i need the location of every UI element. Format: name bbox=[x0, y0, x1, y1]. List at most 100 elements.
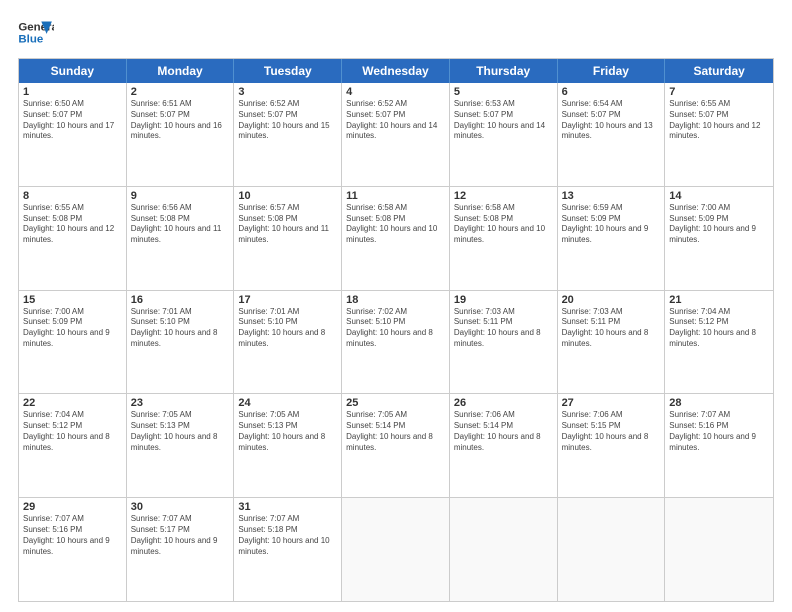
header: General Blue bbox=[18, 18, 774, 48]
cell-text: Sunrise: 7:04 AMSunset: 5:12 PMDaylight:… bbox=[23, 410, 122, 453]
calendar-cell: 25Sunrise: 7:05 AMSunset: 5:14 PMDayligh… bbox=[342, 394, 450, 497]
day-number: 22 bbox=[23, 397, 122, 409]
calendar-cell-empty bbox=[558, 498, 666, 601]
calendar-cell: 1Sunrise: 6:50 AMSunset: 5:07 PMDaylight… bbox=[19, 83, 127, 186]
calendar-cell: 14Sunrise: 7:00 AMSunset: 5:09 PMDayligh… bbox=[665, 187, 773, 290]
cell-text: Sunrise: 7:07 AMSunset: 5:16 PMDaylight:… bbox=[23, 514, 122, 557]
calendar-cell: 11Sunrise: 6:58 AMSunset: 5:08 PMDayligh… bbox=[342, 187, 450, 290]
calendar-cell: 10Sunrise: 6:57 AMSunset: 5:08 PMDayligh… bbox=[234, 187, 342, 290]
weekday-header: Thursday bbox=[450, 59, 558, 83]
day-number: 9 bbox=[131, 190, 230, 202]
calendar-cell-empty bbox=[450, 498, 558, 601]
calendar-cell: 24Sunrise: 7:05 AMSunset: 5:13 PMDayligh… bbox=[234, 394, 342, 497]
weekday-header: Wednesday bbox=[342, 59, 450, 83]
cell-text: Sunrise: 7:00 AMSunset: 5:09 PMDaylight:… bbox=[669, 203, 769, 246]
calendar-row: 22Sunrise: 7:04 AMSunset: 5:12 PMDayligh… bbox=[19, 394, 773, 498]
day-number: 16 bbox=[131, 294, 230, 306]
day-number: 25 bbox=[346, 397, 445, 409]
calendar-cell: 29Sunrise: 7:07 AMSunset: 5:16 PMDayligh… bbox=[19, 498, 127, 601]
calendar-cell: 4Sunrise: 6:52 AMSunset: 5:07 PMDaylight… bbox=[342, 83, 450, 186]
calendar-cell: 13Sunrise: 6:59 AMSunset: 5:09 PMDayligh… bbox=[558, 187, 666, 290]
cell-text: Sunrise: 7:05 AMSunset: 5:13 PMDaylight:… bbox=[131, 410, 230, 453]
day-number: 27 bbox=[562, 397, 661, 409]
weekday-header: Sunday bbox=[19, 59, 127, 83]
calendar-header: SundayMondayTuesdayWednesdayThursdayFrid… bbox=[19, 59, 773, 83]
cell-text: Sunrise: 7:04 AMSunset: 5:12 PMDaylight:… bbox=[669, 307, 769, 350]
calendar-cell: 15Sunrise: 7:00 AMSunset: 5:09 PMDayligh… bbox=[19, 291, 127, 394]
calendar-cell: 6Sunrise: 6:54 AMSunset: 5:07 PMDaylight… bbox=[558, 83, 666, 186]
day-number: 4 bbox=[346, 86, 445, 98]
weekday-header: Tuesday bbox=[234, 59, 342, 83]
calendar-cell: 7Sunrise: 6:55 AMSunset: 5:07 PMDaylight… bbox=[665, 83, 773, 186]
day-number: 14 bbox=[669, 190, 769, 202]
calendar-cell: 22Sunrise: 7:04 AMSunset: 5:12 PMDayligh… bbox=[19, 394, 127, 497]
day-number: 30 bbox=[131, 501, 230, 513]
cell-text: Sunrise: 7:06 AMSunset: 5:14 PMDaylight:… bbox=[454, 410, 553, 453]
calendar-cell: 26Sunrise: 7:06 AMSunset: 5:14 PMDayligh… bbox=[450, 394, 558, 497]
cell-text: Sunrise: 7:03 AMSunset: 5:11 PMDaylight:… bbox=[454, 307, 553, 350]
cell-text: Sunrise: 7:07 AMSunset: 5:18 PMDaylight:… bbox=[238, 514, 337, 557]
calendar-body: 1Sunrise: 6:50 AMSunset: 5:07 PMDaylight… bbox=[19, 83, 773, 601]
day-number: 15 bbox=[23, 294, 122, 306]
calendar-cell: 19Sunrise: 7:03 AMSunset: 5:11 PMDayligh… bbox=[450, 291, 558, 394]
calendar-row: 8Sunrise: 6:55 AMSunset: 5:08 PMDaylight… bbox=[19, 187, 773, 291]
calendar-cell: 2Sunrise: 6:51 AMSunset: 5:07 PMDaylight… bbox=[127, 83, 235, 186]
cell-text: Sunrise: 7:07 AMSunset: 5:16 PMDaylight:… bbox=[669, 410, 769, 453]
calendar-cell: 28Sunrise: 7:07 AMSunset: 5:16 PMDayligh… bbox=[665, 394, 773, 497]
calendar-cell: 12Sunrise: 6:58 AMSunset: 5:08 PMDayligh… bbox=[450, 187, 558, 290]
cell-text: Sunrise: 7:05 AMSunset: 5:13 PMDaylight:… bbox=[238, 410, 337, 453]
cell-text: Sunrise: 6:52 AMSunset: 5:07 PMDaylight:… bbox=[238, 99, 337, 142]
day-number: 23 bbox=[131, 397, 230, 409]
logo-icon: General Blue bbox=[18, 18, 54, 48]
page: General Blue SundayMondayTuesdayWednesda… bbox=[0, 0, 792, 612]
cell-text: Sunrise: 6:58 AMSunset: 5:08 PMDaylight:… bbox=[346, 203, 445, 246]
calendar-cell: 5Sunrise: 6:53 AMSunset: 5:07 PMDaylight… bbox=[450, 83, 558, 186]
day-number: 20 bbox=[562, 294, 661, 306]
cell-text: Sunrise: 7:07 AMSunset: 5:17 PMDaylight:… bbox=[131, 514, 230, 557]
day-number: 24 bbox=[238, 397, 337, 409]
calendar-cell: 18Sunrise: 7:02 AMSunset: 5:10 PMDayligh… bbox=[342, 291, 450, 394]
day-number: 17 bbox=[238, 294, 337, 306]
cell-text: Sunrise: 7:06 AMSunset: 5:15 PMDaylight:… bbox=[562, 410, 661, 453]
day-number: 11 bbox=[346, 190, 445, 202]
calendar-cell: 3Sunrise: 6:52 AMSunset: 5:07 PMDaylight… bbox=[234, 83, 342, 186]
day-number: 7 bbox=[669, 86, 769, 98]
day-number: 29 bbox=[23, 501, 122, 513]
calendar-cell: 31Sunrise: 7:07 AMSunset: 5:18 PMDayligh… bbox=[234, 498, 342, 601]
day-number: 6 bbox=[562, 86, 661, 98]
cell-text: Sunrise: 7:05 AMSunset: 5:14 PMDaylight:… bbox=[346, 410, 445, 453]
day-number: 3 bbox=[238, 86, 337, 98]
day-number: 2 bbox=[131, 86, 230, 98]
calendar-cell: 16Sunrise: 7:01 AMSunset: 5:10 PMDayligh… bbox=[127, 291, 235, 394]
logo: General Blue bbox=[18, 18, 54, 48]
calendar-cell-empty bbox=[665, 498, 773, 601]
day-number: 13 bbox=[562, 190, 661, 202]
calendar-row: 29Sunrise: 7:07 AMSunset: 5:16 PMDayligh… bbox=[19, 498, 773, 601]
calendar-cell: 30Sunrise: 7:07 AMSunset: 5:17 PMDayligh… bbox=[127, 498, 235, 601]
weekday-header: Friday bbox=[558, 59, 666, 83]
day-number: 5 bbox=[454, 86, 553, 98]
calendar: SundayMondayTuesdayWednesdayThursdayFrid… bbox=[18, 58, 774, 602]
calendar-cell: 23Sunrise: 7:05 AMSunset: 5:13 PMDayligh… bbox=[127, 394, 235, 497]
cell-text: Sunrise: 6:50 AMSunset: 5:07 PMDaylight:… bbox=[23, 99, 122, 142]
weekday-header: Saturday bbox=[665, 59, 773, 83]
cell-text: Sunrise: 6:59 AMSunset: 5:09 PMDaylight:… bbox=[562, 203, 661, 246]
day-number: 28 bbox=[669, 397, 769, 409]
day-number: 1 bbox=[23, 86, 122, 98]
cell-text: Sunrise: 7:01 AMSunset: 5:10 PMDaylight:… bbox=[238, 307, 337, 350]
cell-text: Sunrise: 6:55 AMSunset: 5:07 PMDaylight:… bbox=[669, 99, 769, 142]
cell-text: Sunrise: 6:55 AMSunset: 5:08 PMDaylight:… bbox=[23, 203, 122, 246]
cell-text: Sunrise: 6:51 AMSunset: 5:07 PMDaylight:… bbox=[131, 99, 230, 142]
cell-text: Sunrise: 6:57 AMSunset: 5:08 PMDaylight:… bbox=[238, 203, 337, 246]
weekday-header: Monday bbox=[127, 59, 235, 83]
cell-text: Sunrise: 6:52 AMSunset: 5:07 PMDaylight:… bbox=[346, 99, 445, 142]
day-number: 10 bbox=[238, 190, 337, 202]
day-number: 8 bbox=[23, 190, 122, 202]
day-number: 26 bbox=[454, 397, 553, 409]
cell-text: Sunrise: 6:54 AMSunset: 5:07 PMDaylight:… bbox=[562, 99, 661, 142]
calendar-row: 1Sunrise: 6:50 AMSunset: 5:07 PMDaylight… bbox=[19, 83, 773, 187]
calendar-cell: 21Sunrise: 7:04 AMSunset: 5:12 PMDayligh… bbox=[665, 291, 773, 394]
calendar-cell-empty bbox=[342, 498, 450, 601]
cell-text: Sunrise: 7:02 AMSunset: 5:10 PMDaylight:… bbox=[346, 307, 445, 350]
calendar-cell: 20Sunrise: 7:03 AMSunset: 5:11 PMDayligh… bbox=[558, 291, 666, 394]
